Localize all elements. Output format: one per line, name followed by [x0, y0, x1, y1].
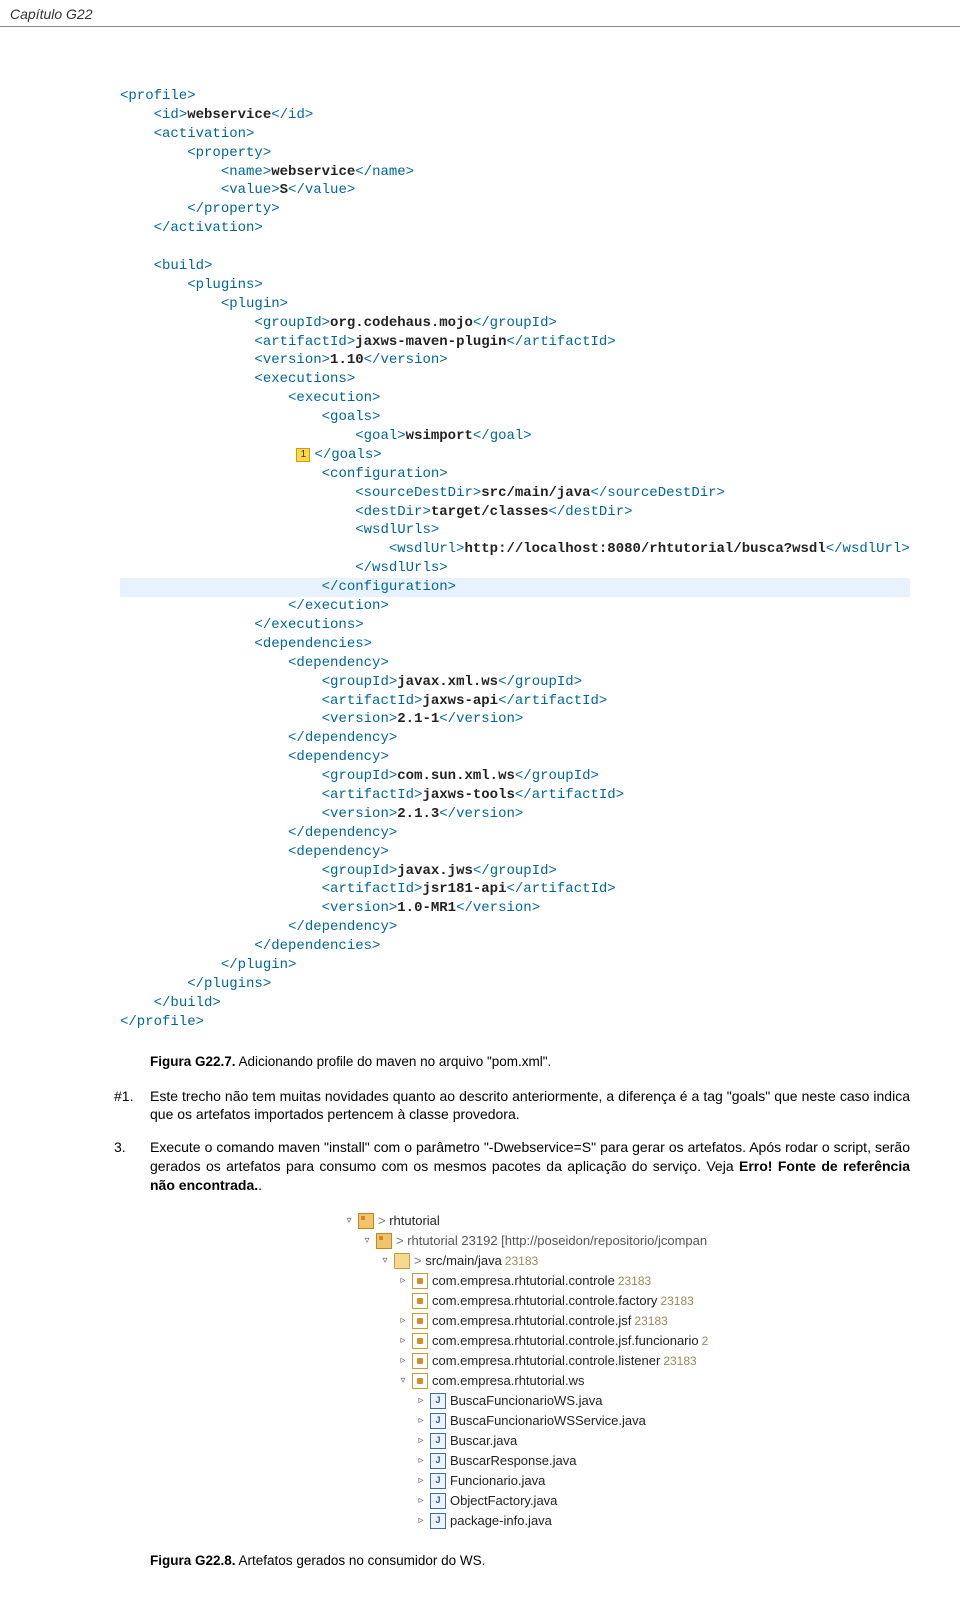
pkg1-label: com.empresa.rhtutorial.controle — [432, 1273, 615, 1288]
java-file-icon — [430, 1413, 446, 1429]
f5-label: Funcionario.java — [450, 1473, 545, 1488]
java-file-icon — [430, 1493, 446, 1509]
tree-pkg-jsf[interactable]: ▹ com.empresa.rhtutorial.controle.jsf 23… — [340, 1311, 910, 1331]
project-tree: ▿ > rhtutorial ▿ > rhtutorial 23192 [htt… — [340, 1211, 910, 1531]
chevron-right-icon[interactable]: ▹ — [412, 1452, 430, 1470]
figure-caption-8: Figura G22.8. Artefatos gerados no consu… — [150, 1553, 910, 1568]
tree-file[interactable]: ▹ ObjectFactory.java — [340, 1491, 910, 1511]
tree-pkg-factory[interactable]: com.empresa.rhtutorial.controle.factory … — [340, 1291, 910, 1311]
pkg3-rev: 23183 — [634, 1314, 667, 1328]
f6-label: ObjectFactory.java — [450, 1493, 557, 1508]
tree-pkg-listener[interactable]: ▹ com.empresa.rhtutorial.controle.listen… — [340, 1351, 910, 1371]
chevron-right-icon[interactable]: ▹ — [412, 1492, 430, 1510]
chevron-right-icon[interactable]: ▹ — [394, 1312, 412, 1330]
project-icon — [358, 1213, 374, 1229]
chevron-down-icon[interactable]: ▿ — [358, 1232, 376, 1250]
chevron-right-icon[interactable]: ▹ — [394, 1352, 412, 1370]
chevron-right-icon[interactable]: ▹ — [412, 1412, 430, 1430]
tree-file[interactable]: ▹ BuscarResponse.java — [340, 1451, 910, 1471]
figure7-label: Figura G22.7. — [150, 1054, 236, 1069]
chevron-right-icon[interactable]: ▹ — [412, 1472, 430, 1490]
tree-file[interactable]: ▹ BuscaFuncionarioWS.java — [340, 1391, 910, 1411]
chevron-down-icon[interactable]: ▿ — [376, 1252, 394, 1270]
pkg3-label: com.empresa.rhtutorial.controle.jsf — [432, 1313, 631, 1328]
module-icon — [376, 1233, 392, 1249]
paragraph-3: 3. Execute o comando maven "install" com… — [150, 1138, 910, 1195]
package-icon — [412, 1373, 428, 1389]
sourceDestDir-value: src/main/java — [481, 485, 590, 501]
package-icon — [412, 1273, 428, 1289]
package-icon — [412, 1293, 428, 1309]
chevron-right-icon[interactable]: ▹ — [412, 1512, 430, 1530]
java-file-icon — [430, 1453, 446, 1469]
tree-file[interactable]: ▹ Buscar.java — [340, 1431, 910, 1451]
wsdlUrl-value: http://localhost:8080/rhtutorial/busca?w… — [464, 541, 825, 557]
tree-module[interactable]: ▿ > rhtutorial 23192 [http://poseidon/re… — [340, 1231, 910, 1251]
tree-pkg-funcionario[interactable]: ▹ com.empresa.rhtutorial.controle.jsf.fu… — [340, 1331, 910, 1351]
pkg4-rev: 2 — [702, 1334, 709, 1348]
pkg6-label: com.empresa.rhtutorial.ws — [432, 1373, 584, 1388]
pkg1-rev: 23183 — [618, 1274, 651, 1288]
page-header: Capítulo G22 — [0, 0, 960, 27]
src-rev: 23183 — [505, 1254, 538, 1268]
tree-file[interactable]: ▹ Funcionario.java — [340, 1471, 910, 1491]
tree-root[interactable]: ▿ > rhtutorial — [340, 1211, 910, 1231]
pkg2-rev: 23183 — [660, 1294, 693, 1308]
chevron-down-icon[interactable]: ▿ — [340, 1212, 358, 1230]
chevron-down-icon[interactable]: ▿ — [394, 1372, 412, 1390]
chapter-label: Capítulo G22 — [10, 6, 93, 22]
tree-file[interactable]: ▹ package-info.java — [340, 1511, 910, 1531]
tree-file[interactable]: ▹ BuscaFuncionarioWSService.java — [340, 1411, 910, 1431]
src-label: src/main/java — [425, 1253, 502, 1268]
f2-label: BuscaFuncionarioWSService.java — [450, 1413, 646, 1428]
destDir-value: target/classes — [431, 504, 549, 520]
figure8-label: Figura G22.8. — [150, 1553, 236, 1568]
para1-num: #1. — [114, 1087, 150, 1106]
figure-caption-7: Figura G22.7. Adicionando profile do mav… — [150, 1054, 910, 1069]
f7-label: package-info.java — [450, 1513, 552, 1528]
package-icon — [412, 1353, 428, 1369]
paragraph-1: #1. Este trecho não tem muitas novidades… — [150, 1087, 910, 1125]
root-label: rhtutorial — [389, 1213, 440, 1228]
pkg2-label: com.empresa.rhtutorial.controle.factory — [432, 1293, 657, 1308]
figure7-text: Adicionando profile do maven no arquivo … — [236, 1054, 552, 1069]
f4-label: BuscarResponse.java — [450, 1453, 576, 1468]
code-figure-pom: <profile> <id>webservice</id> <activatio… — [120, 87, 910, 1032]
para3-text-c: . — [258, 1177, 262, 1193]
module-label: rhtutorial 23192 [http://poseidon/reposi… — [407, 1233, 707, 1248]
java-file-icon — [430, 1393, 446, 1409]
annotation-marker-1: 1 — [296, 448, 310, 462]
java-file-icon — [430, 1433, 446, 1449]
pkg5-label: com.empresa.rhtutorial.controle.listener — [432, 1353, 660, 1368]
pkg5-rev: 23183 — [663, 1354, 696, 1368]
para3-num: 3. — [114, 1138, 150, 1157]
figure8-text: Artefatos gerados no consumidor do WS. — [236, 1553, 486, 1568]
f1-label: BuscaFuncionarioWS.java — [450, 1393, 602, 1408]
chevron-right-icon[interactable]: ▹ — [394, 1332, 412, 1350]
java-file-icon — [430, 1513, 446, 1529]
tree-pkg-ws[interactable]: ▿ com.empresa.rhtutorial.ws — [340, 1371, 910, 1391]
f3-label: Buscar.java — [450, 1433, 517, 1448]
chevron-right-icon[interactable]: ▹ — [394, 1272, 412, 1290]
pkg4-label: com.empresa.rhtutorial.controle.jsf.func… — [432, 1333, 699, 1348]
java-file-icon — [430, 1473, 446, 1489]
tree-src[interactable]: ▿ > src/main/java 23183 — [340, 1251, 910, 1271]
chevron-right-icon[interactable]: ▹ — [412, 1392, 430, 1410]
package-icon — [412, 1333, 428, 1349]
tree-pkg-controle[interactable]: ▹ com.empresa.rhtutorial.controle 23183 — [340, 1271, 910, 1291]
main-content: <profile> <id>webservice</id> <activatio… — [0, 27, 960, 1606]
chevron-right-icon[interactable]: ▹ — [412, 1432, 430, 1450]
source-folder-icon — [394, 1253, 410, 1269]
para1-text: Este trecho não tem muitas novidades qua… — [150, 1088, 910, 1123]
package-icon — [412, 1313, 428, 1329]
